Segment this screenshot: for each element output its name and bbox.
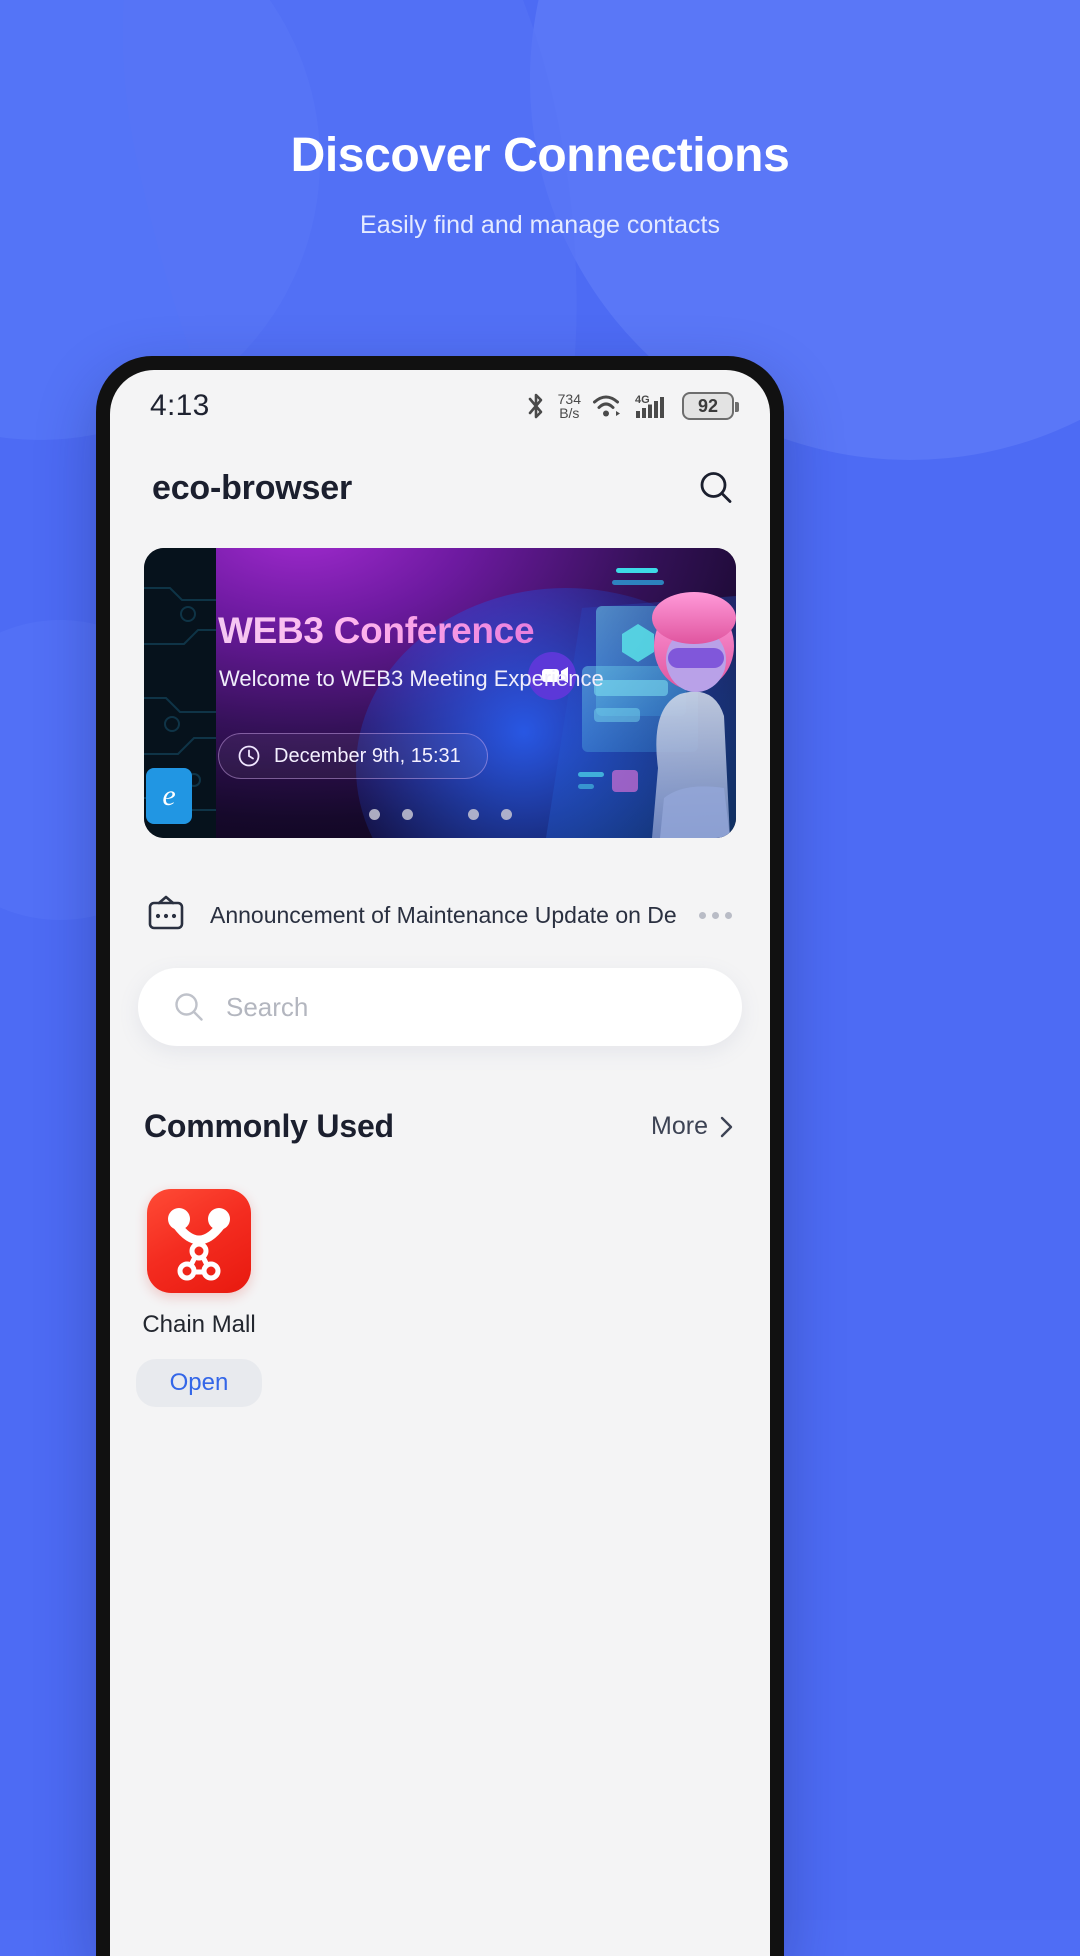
section-title: Commonly Used xyxy=(144,1108,394,1144)
chain-mall-glyph-icon xyxy=(168,1208,230,1281)
app-cell[interactable]: Chain Mall Open xyxy=(135,1189,263,1407)
app-bar: eco-browser xyxy=(110,442,770,534)
carousel-dot[interactable] xyxy=(467,809,479,820)
web3-avatar-illustration-icon xyxy=(528,568,736,838)
banner-title: WEB3 Conference xyxy=(218,610,535,651)
network-speed-unit: B/s xyxy=(559,405,580,421)
phone-screen: 4:13 734 B/s 4G 92 eco-browser e WEB3 Co… xyxy=(110,370,770,1956)
network-speed: 734 B/s xyxy=(558,392,581,420)
search-placeholder: Search xyxy=(226,991,309,1022)
signal-bars-icon: 4G xyxy=(635,394,664,418)
banner-slide[interactable]: e WEB3 Conference Welcome to WEB3 Meetin… xyxy=(144,548,736,838)
carousel-dot[interactable] xyxy=(368,809,380,820)
phone-frame: 4:13 734 B/s 4G 92 eco-browser e WEB3 Co… xyxy=(96,356,784,1956)
banner-illustration xyxy=(486,548,736,838)
battery-indicator: 92 xyxy=(682,392,739,420)
banner-time-text: December 9th, 15:31 xyxy=(274,744,461,767)
banner-time-chip: December 9th, 15:31 xyxy=(218,733,488,779)
badge-letter: e xyxy=(162,779,176,812)
ellipsis-icon[interactable] xyxy=(699,911,736,919)
commonly-used-header: Commonly Used More xyxy=(144,1108,736,1145)
announcement-text: Announcement of Maintenance Update on De… xyxy=(210,901,677,928)
search-icon xyxy=(175,993,203,1021)
bluetooth-icon xyxy=(528,393,542,419)
hero-title: Discover Connections xyxy=(290,129,790,182)
status-icons: 734 B/s 4G 92 xyxy=(525,391,739,421)
banner-carousel[interactable]: e WEB3 Conference Welcome to WEB3 Meetin… xyxy=(110,534,770,838)
hero-section: Discover Connections Easily find and man… xyxy=(0,129,1080,240)
clock-icon xyxy=(238,745,260,767)
hero-subtitle: Easily find and manage contacts xyxy=(360,210,720,239)
more-link[interactable]: More xyxy=(651,1112,736,1141)
announcement-bar[interactable]: Announcement of Maintenance Update on De… xyxy=(144,884,736,946)
wifi-icon xyxy=(593,395,620,417)
status-time: 4:13 xyxy=(150,389,210,422)
status-bar: 4:13 734 B/s 4G 92 xyxy=(110,370,770,442)
chevron-right-icon xyxy=(720,1116,733,1137)
announcement-board-icon xyxy=(148,895,184,930)
carousel-dot[interactable] xyxy=(500,809,512,820)
search-input[interactable]: Search xyxy=(138,968,742,1046)
app-open-button[interactable]: Open xyxy=(135,1359,263,1407)
app-grid: Chain Mall Open xyxy=(135,1189,736,1407)
chain-mall-bag-icon[interactable] xyxy=(147,1189,251,1293)
network-speed-value: 734 xyxy=(557,391,581,407)
app-label: Chain Mall xyxy=(142,1311,256,1338)
search-icon[interactable] xyxy=(696,468,736,508)
carousel-dots[interactable] xyxy=(144,809,736,820)
battery-level: 92 xyxy=(697,395,719,416)
banner-subtitle: Welcome to WEB3 Meeting Experience xyxy=(219,666,604,691)
mobile-network-label: 4G xyxy=(635,394,650,406)
carousel-dot[interactable] xyxy=(401,809,413,820)
page-title: eco-browser xyxy=(152,468,352,507)
more-label: More xyxy=(651,1112,708,1140)
